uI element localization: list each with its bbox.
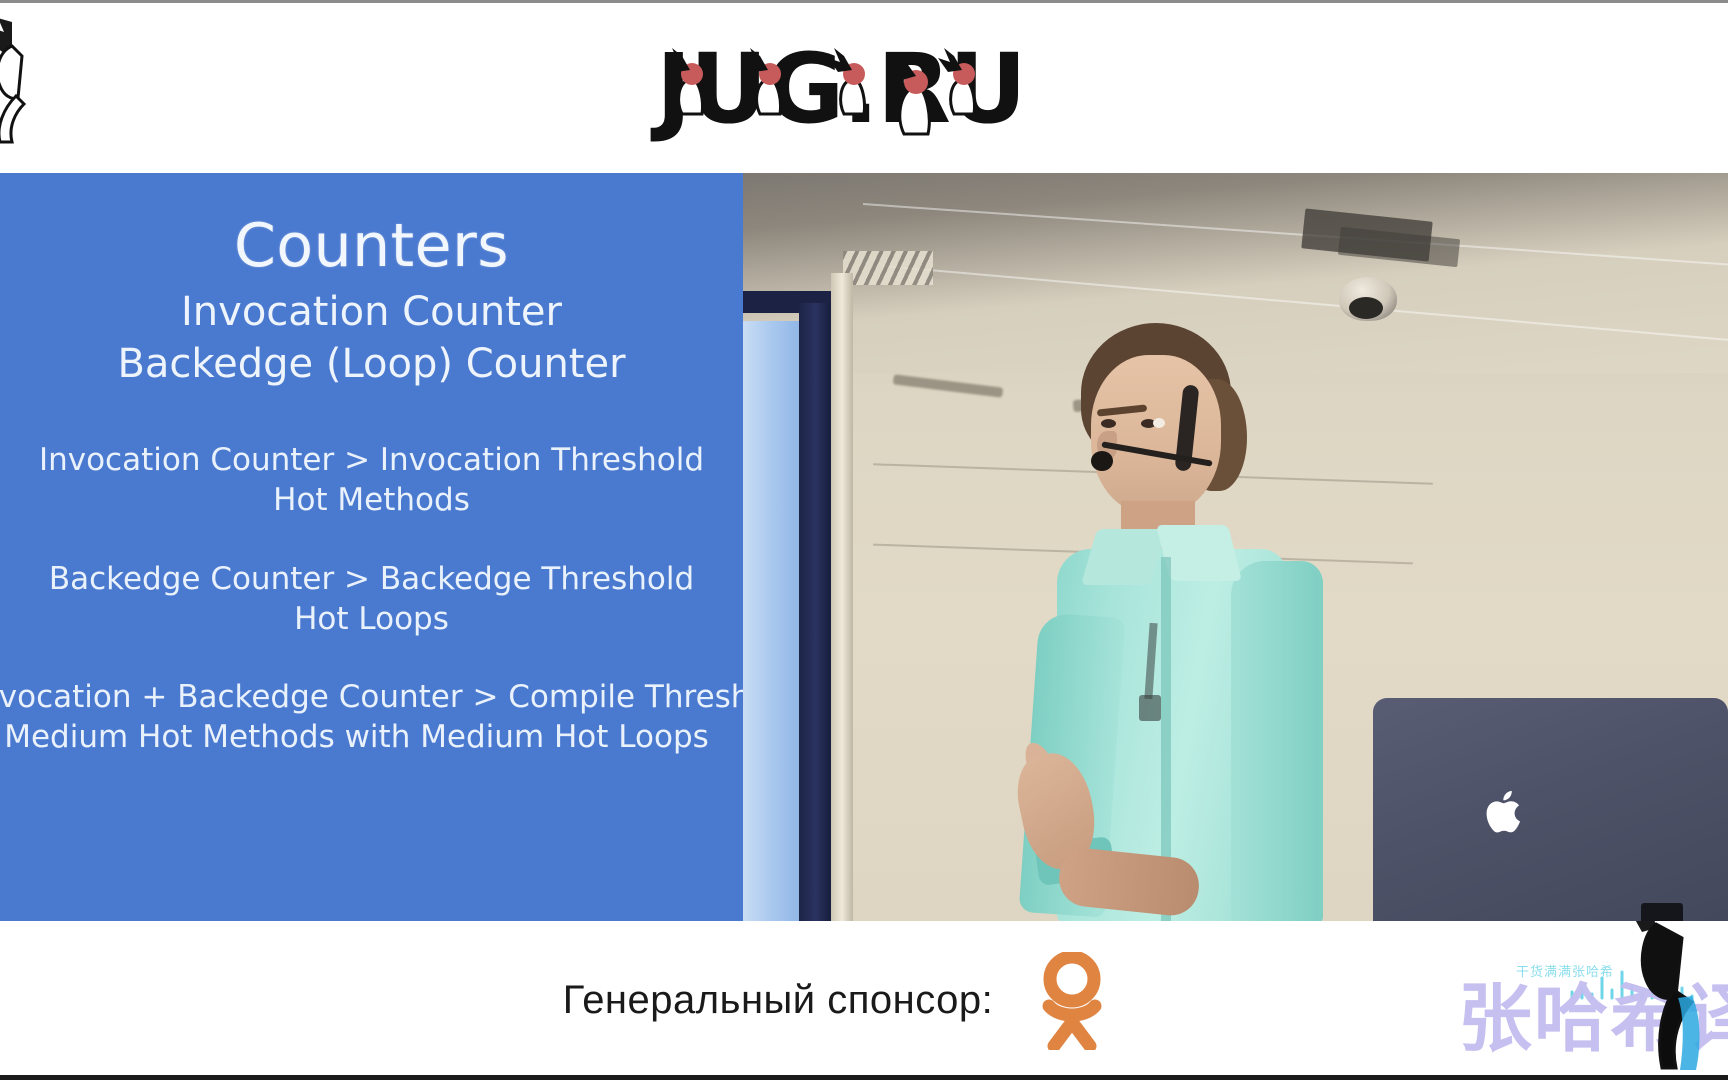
speaker-eye-highlight — [1153, 418, 1165, 428]
screen-root: JUG.RU Counters Invocation Counter Backe… — [0, 0, 1728, 1080]
java-duke-mascot-icon — [0, 16, 42, 146]
sponsor-footer: Генеральный спонсор: 干货满满张哈希 张哈希译 — [0, 921, 1728, 1080]
laptop-stand — [1641, 903, 1683, 921]
apple-logo-icon — [1483, 786, 1529, 838]
jugru-logo[interactable]: JUG.RU — [644, 26, 1084, 146]
slide-rule-result: Hot Loops — [294, 601, 449, 637]
sponsor-label: Генеральный спонсор: — [562, 978, 994, 1022]
window-curtain-dark — [799, 303, 833, 921]
slide-rule-condition: Invocation + Backedge Counter > Compile … — [0, 679, 743, 715]
slide-rule-compile: Invocation + Backedge Counter > Compile … — [0, 677, 743, 757]
macbook-laptop — [1373, 698, 1728, 921]
java-duke-mascot-icon — [1622, 921, 1710, 1074]
slide-title: Counters — [233, 211, 510, 281]
speaker-shoulder — [1231, 561, 1323, 921]
lapel-mic-clip — [1139, 695, 1161, 721]
odnoklassniki-logo-icon[interactable] — [1039, 950, 1105, 1052]
header-bar: JUG.RU — [0, 0, 1728, 173]
speaker-eye — [1101, 419, 1116, 428]
slide-subtitle-backedge-counter: Backedge (Loop) Counter — [117, 341, 626, 387]
sponsor-row: Генеральный спонсор: — [0, 921, 1728, 1080]
slide-subtitle-invocation-counter: Invocation Counter — [181, 289, 562, 335]
headset-microphone-icon — [1091, 451, 1113, 471]
slide-rule-condition: Invocation Counter > Invocation Threshol… — [38, 442, 705, 478]
presentation-slide: Counters Invocation Counter Backedge (Lo… — [0, 173, 743, 921]
door-frame — [831, 273, 853, 921]
ceiling-air-vent — [843, 251, 933, 285]
slide-rule-backedge: Backedge Counter > Backedge Threshold Ho… — [0, 559, 743, 639]
window-curtain-light — [743, 321, 801, 921]
header-top-rule — [0, 0, 1728, 3]
wall-mark — [892, 374, 1004, 398]
slide-rule-condition: Backedge Counter > Backedge Threshold — [48, 561, 695, 597]
main-content: Counters Invocation Counter Backedge (Lo… — [0, 173, 1728, 921]
speaker-video-feed[interactable] — [743, 173, 1728, 921]
ceiling-camera-dome-icon — [1339, 277, 1397, 321]
slide-rule-result: Medium Hot Methods with Medium Hot Loops — [4, 719, 709, 755]
slide-rule-result: Hot Methods — [273, 482, 470, 518]
footer-bottom-rule — [0, 1075, 1728, 1080]
slide-rule-invocation: Invocation Counter > Invocation Threshol… — [0, 440, 743, 520]
